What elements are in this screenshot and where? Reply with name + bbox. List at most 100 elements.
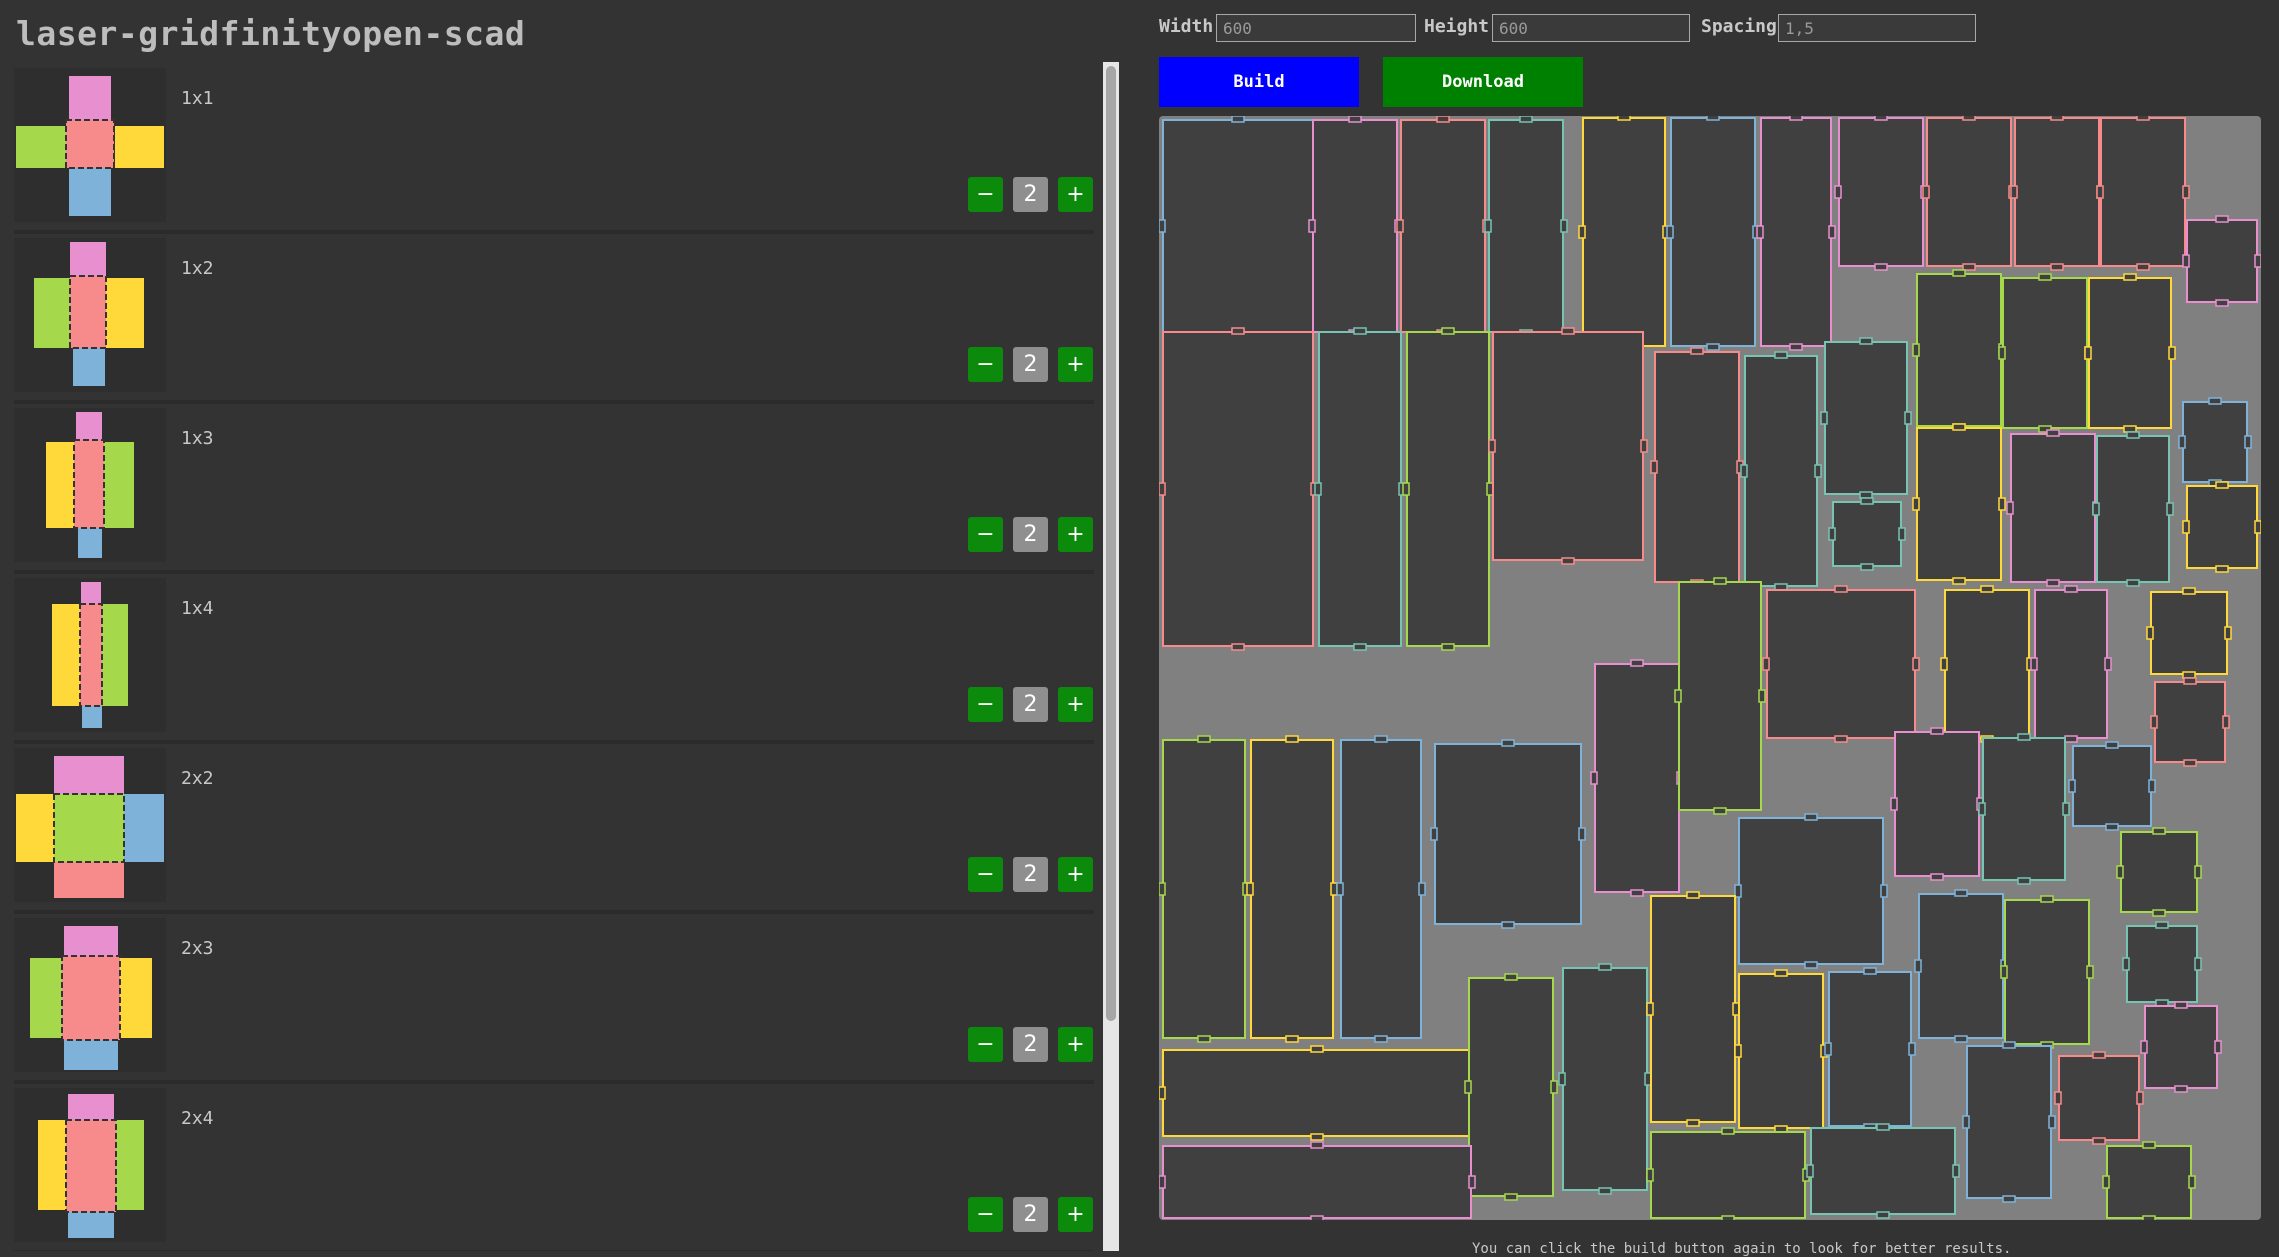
increase-button[interactable]: +	[1058, 347, 1093, 382]
cut-piece	[2126, 925, 2198, 1003]
piece-tab	[1308, 219, 1316, 233]
cut-piece	[1828, 971, 1912, 1127]
list-item: 2x4 − 2 +	[14, 1084, 1094, 1251]
increase-button[interactable]: +	[1058, 1197, 1093, 1232]
list-item: 1x4 − 2 +	[14, 574, 1094, 744]
piece-tab	[1762, 657, 1770, 671]
cut-piece	[1654, 351, 1740, 583]
app-title: laser-gridfinityopen-scad	[16, 14, 526, 53]
item-label: 1x2	[181, 258, 214, 279]
cut-piece	[1250, 739, 1334, 1039]
piece-tab	[2215, 299, 2229, 307]
cut-piece	[1678, 581, 1762, 811]
cut-piece	[2002, 277, 2088, 429]
piece-tab	[2010, 185, 2018, 199]
cut-piece	[2106, 1145, 2192, 1219]
piece-tab	[1504, 973, 1518, 981]
build-button[interactable]: Build	[1159, 57, 1359, 107]
item-label: 2x3	[181, 938, 214, 959]
piece-tab	[1430, 827, 1438, 841]
cut-piece	[1594, 663, 1680, 893]
piece-tab	[1310, 1215, 1324, 1220]
piece-tab	[1159, 219, 1166, 233]
decrease-button[interactable]: −	[968, 1027, 1003, 1062]
cut-piece	[2144, 1005, 2218, 1089]
piece-tab	[1159, 1086, 1166, 1100]
cut-piece	[1162, 1145, 1472, 1219]
piece-tab	[2142, 1215, 2156, 1220]
scrollbar[interactable]	[1103, 62, 1119, 1251]
piece-tab	[1820, 411, 1828, 425]
piece-tab	[1952, 1164, 1960, 1178]
piece-tab	[1436, 116, 1450, 123]
piece-tab	[1590, 771, 1598, 785]
spacing-label: Spacing	[1701, 16, 1777, 37]
piece-tab	[1954, 1035, 1968, 1043]
piece-tab	[1504, 1193, 1518, 1201]
cut-piece	[1162, 119, 1314, 333]
cut-piece	[1738, 973, 1824, 1129]
piece-tab	[1721, 1127, 1735, 1135]
decrease-button[interactable]: −	[968, 857, 1003, 892]
height-input[interactable]	[1492, 14, 1690, 42]
piece-tab	[1962, 1115, 1970, 1129]
item-thumbnail	[14, 578, 166, 732]
piece-tab	[2102, 1175, 2110, 1189]
piece-tab	[1441, 327, 1455, 335]
item-label: 2x2	[181, 768, 214, 789]
piece-tab	[1159, 882, 1166, 896]
piece-tab	[1804, 813, 1818, 821]
quantity-value: 2	[1013, 1197, 1048, 1232]
piece-tab	[2136, 263, 2150, 271]
piece-tab	[2150, 715, 2158, 729]
piece-tab	[2174, 1001, 2188, 1009]
decrease-button[interactable]: −	[968, 517, 1003, 552]
piece-tab	[1617, 116, 1631, 121]
increase-button[interactable]: +	[1058, 517, 1093, 552]
net-preview-2x3	[30, 926, 152, 1070]
quantity-value: 2	[1013, 857, 1048, 892]
item-list[interactable]: 1x1 − 2 + 1x2 − 2 + 1x3 − 2 + 1x4 − 2 + …	[14, 64, 1094, 1251]
piece-tab	[2123, 273, 2137, 281]
piece-tab	[1954, 889, 1968, 897]
piece-tab	[1630, 659, 1644, 667]
download-button[interactable]: Download	[1383, 57, 1583, 107]
hint-text: You can click the build button again to …	[1472, 1241, 2012, 1257]
list-item: 2x3 − 2 +	[14, 914, 1094, 1084]
cut-piece	[1312, 119, 1398, 333]
width-input[interactable]	[1216, 14, 1416, 42]
cut-piece	[2004, 899, 2090, 1045]
piece-tab	[1690, 347, 1704, 355]
spacing-input[interactable]	[1778, 14, 1976, 42]
piece-tab	[2104, 657, 2112, 671]
decrease-button[interactable]: −	[968, 687, 1003, 722]
cut-piece	[2150, 591, 2228, 675]
decrease-button[interactable]: −	[968, 1197, 1003, 1232]
piece-tab	[1824, 1042, 1832, 1056]
cut-piece	[1488, 119, 1564, 333]
increase-button[interactable]: +	[1058, 857, 1093, 892]
net-preview-2x2	[16, 756, 164, 898]
piece-tab	[1231, 327, 1245, 335]
increase-button[interactable]: +	[1058, 1027, 1093, 1062]
piece-tab	[2194, 865, 2202, 879]
piece-tab	[2194, 957, 2202, 971]
piece-tab	[2182, 185, 2190, 199]
layout-preview	[1159, 116, 2261, 1220]
piece-tab	[1904, 411, 1912, 425]
cut-piece	[1766, 589, 1916, 739]
increase-button[interactable]: +	[1058, 687, 1093, 722]
piece-tab	[1721, 1215, 1735, 1220]
piece-tab	[2148, 779, 2156, 793]
decrease-button[interactable]: −	[968, 347, 1003, 382]
piece-tab	[1860, 563, 1874, 571]
cut-piece	[2186, 485, 2258, 569]
piece-tab	[1285, 1035, 1299, 1043]
increase-button[interactable]: +	[1058, 177, 1093, 212]
scrollbar-thumb[interactable]	[1106, 66, 1116, 1021]
decrease-button[interactable]: −	[968, 177, 1003, 212]
piece-tab	[2064, 735, 2078, 743]
piece-tab	[1980, 585, 1994, 593]
cut-piece	[2154, 681, 2226, 763]
cut-piece	[1434, 743, 1582, 925]
